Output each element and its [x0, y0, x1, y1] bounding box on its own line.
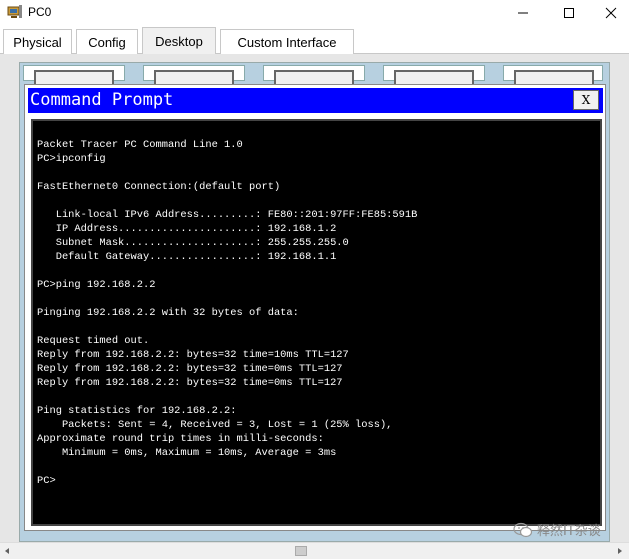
watermark: 释然IT杂谈: [513, 520, 601, 539]
terminal-line: Packet Tracer PC Command Line 1.0: [37, 139, 243, 151]
command-prompt-titlebar: Command Prompt X: [28, 88, 603, 113]
command-prompt-title: Command Prompt: [30, 90, 174, 110]
desktop-app-tile[interactable]: [503, 65, 603, 84]
tab-custom-interface[interactable]: Custom Interface: [220, 29, 354, 54]
window-title: PC0: [28, 5, 52, 19]
scroll-thumb[interactable]: [295, 546, 307, 556]
terminal-line: Approximate round trip times in milli-se…: [37, 433, 324, 445]
terminal-output[interactable]: Packet Tracer PC Command Line 1.0 PC>ipco…: [31, 119, 602, 526]
scroll-left-icon[interactable]: [2, 546, 12, 556]
desktop-app-tile[interactable]: [263, 65, 365, 84]
terminal-line: Request timed out.: [37, 335, 150, 347]
terminal-line: Reply from 192.168.2.2: bytes=32 time=0m…: [37, 363, 343, 375]
terminal-line: Pinging 192.168.2.2 with 32 bytes of dat…: [37, 307, 299, 319]
tab-bar: Physical Config Desktop Custom Interface: [0, 26, 629, 55]
horizontal-scrollbar[interactable]: [0, 542, 629, 559]
tab-config[interactable]: Config: [76, 29, 138, 54]
terminal-line: PC>ping 192.168.2.2: [37, 279, 156, 291]
packet-tracer-pc-icon: [7, 5, 22, 18]
terminal-line: Default Gateway.................: 192.16…: [37, 251, 337, 263]
terminal-line: Reply from 192.168.2.2: bytes=32 time=0m…: [37, 377, 343, 389]
close-icon: [605, 7, 616, 19]
terminal-line: PC>: [37, 475, 56, 487]
minimize-button[interactable]: [500, 0, 546, 26]
command-prompt-close-button[interactable]: X: [573, 90, 599, 110]
command-prompt-window: Command Prompt X Packet Tracer PC Comman…: [24, 84, 606, 531]
desktop-app-tile[interactable]: [143, 65, 245, 84]
terminal-line: Minimum = 0ms, Maximum = 10ms, Average =…: [37, 447, 337, 459]
maximize-icon: [564, 8, 574, 18]
terminal-line: FastEthernet0 Connection:(default port): [37, 181, 281, 193]
terminal-line: IP Address......................: 192.16…: [37, 223, 337, 235]
terminal-line: Subnet Mask.....................: 255.25…: [37, 237, 349, 249]
wechat-icon: [513, 522, 533, 537]
close-button[interactable]: [592, 0, 629, 26]
tab-desktop[interactable]: Desktop: [142, 27, 216, 55]
desktop-app-tile[interactable]: [383, 65, 485, 84]
minimize-icon: [518, 12, 528, 14]
terminal-line: Packets: Sent = 4, Received = 3, Lost = …: [37, 419, 393, 431]
terminal-line: PC>ipconfig: [37, 153, 106, 165]
desktop-app-tile[interactable]: [23, 65, 125, 84]
terminal-line: Reply from 192.168.2.2: bytes=32 time=10…: [37, 349, 349, 361]
watermark-text: 释然IT杂谈: [537, 524, 601, 539]
scroll-right-icon[interactable]: [615, 546, 625, 556]
tab-physical[interactable]: Physical: [3, 29, 72, 54]
terminal-line: Link-local IPv6 Address.........: FE80::…: [37, 209, 418, 221]
window-titlebar: PC0: [0, 0, 629, 26]
terminal-line: Ping statistics for 192.168.2.2:: [37, 405, 237, 417]
maximize-button[interactable]: [546, 0, 592, 26]
